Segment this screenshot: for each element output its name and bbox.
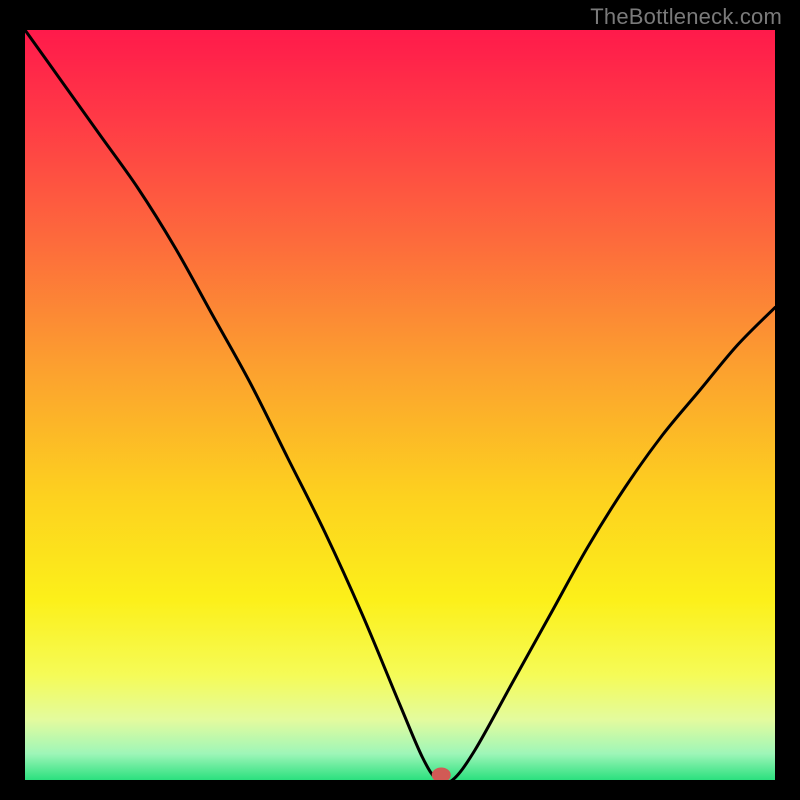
- plot-background: [25, 30, 775, 780]
- chart-frame: TheBottleneck.com: [0, 0, 800, 800]
- watermark-text: TheBottleneck.com: [590, 4, 782, 30]
- bottleneck-chart: [25, 30, 775, 780]
- optimum-marker: [432, 768, 450, 780]
